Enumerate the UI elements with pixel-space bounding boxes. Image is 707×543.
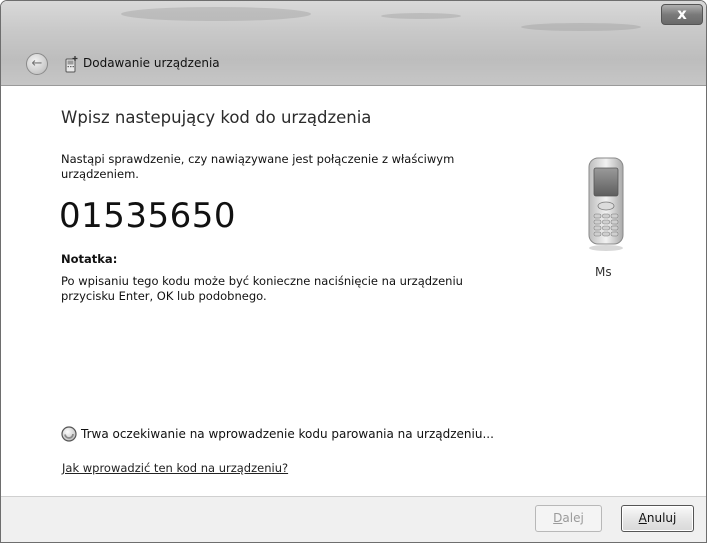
back-arrow-icon: ← xyxy=(31,56,43,71)
busy-spinner-icon xyxy=(61,426,77,442)
help-link[interactable]: Jak wprowadzić ten kod na urządzeniu? xyxy=(62,461,288,475)
pairing-code: 01535650 xyxy=(59,196,237,236)
glass-decoration xyxy=(121,7,311,21)
add-device-window: x ← Dodawanie urządzenia Wpisz nastepują… xyxy=(0,0,707,543)
note-label: Notatka: xyxy=(61,252,118,266)
title-bar: x ← Dodawanie urządzenia xyxy=(1,1,706,86)
note-text: Po wpisaniu tego kodu może być konieczne… xyxy=(61,274,463,303)
mobile-phone-icon xyxy=(588,157,624,251)
cancel-button[interactable]: Anuluj xyxy=(621,505,694,532)
device-add-icon xyxy=(65,56,78,73)
back-button[interactable]: ← xyxy=(26,53,48,75)
status-text: Trwa oczekiwanie na wprowadzenie kodu pa… xyxy=(81,427,494,441)
glass-decoration xyxy=(521,23,641,31)
device-name: Ms xyxy=(595,265,612,279)
cancel-mnemonic: A xyxy=(638,511,647,525)
close-button[interactable]: x xyxy=(661,4,703,25)
description-text: Nastąpi sprawdzenie, czy nawiązywane jes… xyxy=(61,152,455,181)
wizard-title: Dodawanie urządzenia xyxy=(83,56,220,70)
page-heading: Wpisz nastepujący kod do urządzenia xyxy=(61,108,372,127)
glass-decoration xyxy=(381,13,461,19)
next-label: alej xyxy=(562,511,584,525)
close-icon: x xyxy=(677,5,687,23)
cancel-label: nuluj xyxy=(646,511,677,525)
next-button[interactable]: Dalej xyxy=(535,505,602,532)
